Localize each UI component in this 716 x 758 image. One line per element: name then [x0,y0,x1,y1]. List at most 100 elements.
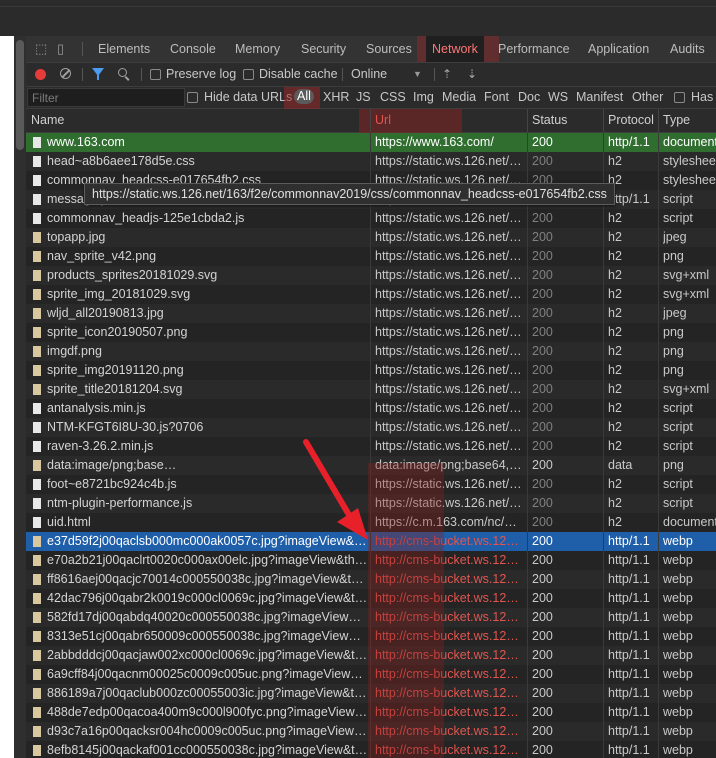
request-status-cell: 200 [532,458,553,472]
column-divider [658,109,659,132]
request-status-cell: 200 [532,572,553,586]
page-scrollbar[interactable] [14,36,26,758]
table-row[interactable]: e70a2b21j00qaclrt0020c000ax00elc.jpg?ima… [26,551,716,570]
type-filter-font[interactable]: Font [484,90,509,104]
table-row[interactable]: sprite_icon20190507.png https://static.ws… [26,323,716,342]
tab-memory[interactable]: Memory [235,36,280,62]
type-filter-manifest[interactable]: Manifest [576,90,623,104]
request-type-cell: webp [663,743,693,757]
record-button[interactable] [35,69,46,80]
disable-cache-checkbox[interactable] [243,69,254,80]
column-header-protocol[interactable]: Protocol [608,113,654,127]
table-row[interactable]: 2abbdddcj00qacjaw002xc000cl0069c.jpg?ima… [26,646,716,665]
table-row[interactable]: www.163.com https://www.163.com/200 http/1… [26,133,716,152]
request-protocol-cell: http/1.1 [608,743,650,757]
column-divider [658,285,659,304]
chevron-down-icon[interactable]: ▼ [413,69,422,79]
export-har-icon[interactable]: ⇣ [467,67,477,81]
table-row[interactable]: ntm-plugin-performance.js https://static.… [26,494,716,513]
tab-elements[interactable]: Elements [98,36,150,62]
type-filter-media[interactable]: Media [442,90,476,104]
type-filter-js[interactable]: JS [356,90,371,104]
type-filter-ws[interactable]: WS [548,90,568,104]
tab-console[interactable]: Console [170,36,216,62]
table-row[interactable]: 42dac796j00qabr2k0019c000cl0069c.jpg?ima… [26,589,716,608]
filter-input[interactable] [27,88,185,107]
image-file-icon [33,593,41,604]
request-name-cell: 886189a7j00qaclub000zc00055003ic.jpg?ima… [47,686,369,700]
column-divider [527,741,528,758]
tab-network[interactable]: Network [426,36,484,62]
column-header-type[interactable]: Type [663,113,690,127]
tab-performance[interactable]: Performance [498,36,570,62]
column-divider [603,741,604,758]
table-row[interactable]: commonnav_headjs-125e1cbda2.js https://st… [26,209,716,228]
type-filter-other[interactable]: Other [632,90,663,104]
request-name-cell: NTM-KFGT6I8U-30.js?0706 [47,420,204,434]
column-header-url[interactable]: Url [375,113,391,127]
table-row[interactable]: antanalysis.min.js https://static.ws.126.… [26,399,716,418]
request-protocol-cell: h2 [608,268,622,282]
column-divider [658,133,659,152]
document-file-icon [33,517,41,528]
type-filter-doc[interactable]: Doc [518,90,540,104]
tab-security[interactable]: Security [301,36,346,62]
table-row[interactable]: wljd_all20190813.jpg https://static.ws.12… [26,304,716,323]
table-row[interactable]: 488de7edp00qacoa400m9c000l900fyc.png?ima… [26,703,716,722]
table-row[interactable]: foot~e8721bc924c4b.js https://static.ws.1… [26,475,716,494]
table-row[interactable]: ff8616aej00qacjc70014c000550038c.jpg?ima… [26,570,716,589]
type-filter-xhr[interactable]: XHR [323,90,349,104]
table-row[interactable]: data:image/png;base… data:image/png;base6… [26,456,716,475]
search-icon[interactable] [118,68,127,77]
column-header-status[interactable]: Status [532,113,567,127]
request-url-cell: https://static.ws.126.net/… [375,420,522,434]
clear-icon[interactable] [60,68,71,79]
type-filter-img[interactable]: Img [413,90,434,104]
request-name-cell: products_sprites20181029.svg [47,268,218,282]
table-row[interactable]: 582fd17dj00qabdq40020c000550038c.jpg?ima… [26,608,716,627]
request-protocol-cell: h2 [608,477,622,491]
has-blocked-checkbox[interactable] [674,92,685,103]
table-row[interactable]: head~a8b6aee178d5e.css https://static.ws.… [26,152,716,171]
request-name-cell: e70a2b21j00qaclrt0020c000ax00elc.jpg?ima… [47,553,369,567]
table-row[interactable]: 6a9cff84j00qacnm00025c0009c005uc.png?ima… [26,665,716,684]
request-name-cell: sprite_img20191120.png [47,363,184,377]
column-header-name[interactable]: Name [31,113,64,127]
table-row[interactable]: sprite_title20181204.svg https://static.w… [26,380,716,399]
table-row[interactable]: raven-3.26.2.min.js https://static.ws.126… [26,437,716,456]
filter-icon[interactable] [92,68,104,80]
request-status-cell: 200 [532,724,553,738]
table-row[interactable]: e37d59f2j00qaclsb000mc000ak0057c.jpg?ima… [26,532,716,551]
tab-sources[interactable]: Sources [366,36,412,62]
request-url-cell: https://static.ws.126.net/… [375,287,522,301]
request-url-cell: https://static.ws.126.net/… [375,249,522,263]
table-row[interactable]: 8313e51cj00qabr650009c000550038c.jpg?ima… [26,627,716,646]
tab-application[interactable]: Application [588,36,649,62]
table-row[interactable]: uid.html https://c.m.163.com/nc/… 200 h2 doc… [26,513,716,532]
column-divider [527,551,528,570]
table-row[interactable]: topapp.jpg https://static.ws.126.net/… 200… [26,228,716,247]
hide-data-urls-checkbox[interactable] [187,92,198,103]
type-filter-all[interactable]: All [294,89,314,104]
import-har-icon[interactable]: ⇡ [442,67,452,81]
table-row[interactable]: products_sprites20181029.svg https://stat… [26,266,716,285]
request-type-cell: webp [663,610,693,624]
column-divider [603,323,604,342]
device-toolbar-icon[interactable]: ▯ [57,42,64,56]
scrollbar-thumb[interactable] [16,40,24,150]
tab-audits[interactable]: Audits [670,36,705,62]
type-filter-css[interactable]: CSS [380,90,406,104]
table-row[interactable]: sprite_img20191120.png https://static.ws.… [26,361,716,380]
table-row[interactable]: imgdf.png https://static.ws.126.net/… 200 h… [26,342,716,361]
request-type-cell: png [663,249,684,263]
inspect-element-icon[interactable]: ⬚ [35,42,47,56]
table-row[interactable]: 8efb8145j00qackaf001cc000550038c.jpg?ima… [26,741,716,758]
request-type-cell: jpeg [663,306,687,320]
table-row[interactable]: 886189a7j00qaclub000zc00055003ic.jpg?ima… [26,684,716,703]
table-row[interactable]: d93c7a16p00qacksr004hc0009c005uc.png?ima… [26,722,716,741]
throttling-select[interactable]: Online [351,67,387,81]
table-row[interactable]: nav_sprite_v42.png https://static.ws.126.… [26,247,716,266]
table-row[interactable]: NTM-KFGT6I8U-30.js?0706 https://static.ws… [26,418,716,437]
preserve-log-checkbox[interactable] [150,69,161,80]
table-row[interactable]: sprite_img_20181029.svg https://static.ws… [26,285,716,304]
